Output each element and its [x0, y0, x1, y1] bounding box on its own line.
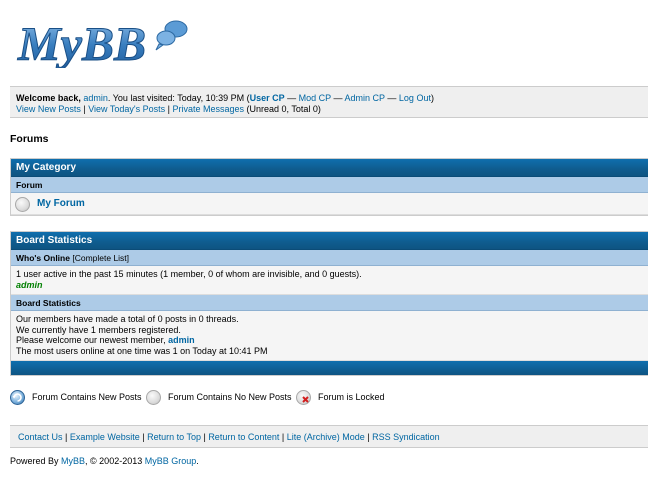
separator: |: [279, 432, 287, 442]
board-stats-subheader: Board Statistics: [11, 295, 648, 311]
mod-cp-link[interactable]: Mod CP: [299, 93, 331, 103]
website-link[interactable]: Example Website: [70, 432, 140, 442]
forum-status-icon: [15, 197, 30, 212]
legend-no-new-posts-label: Forum Contains No New Posts: [168, 392, 292, 402]
welcome-greeting: Welcome back,: [16, 93, 84, 103]
separator: |: [139, 432, 148, 442]
footer-links-bar: Contact Us | Example Website | Return to…: [10, 425, 648, 448]
mybb-logo[interactable]: MyBB: [16, 14, 191, 72]
forum-column-header: Forum: [11, 177, 648, 193]
locked-icon: [296, 390, 311, 405]
stats-record-line: The most users online at one time was 1 …: [16, 345, 268, 356]
close-paren: ): [430, 93, 434, 103]
stats-newest-line: Please welcome our newest member, admin: [16, 335, 644, 346]
stats-footer-bar: [11, 361, 648, 375]
last-visited-text: . You last visited: Today, 10:39 PM (: [107, 93, 250, 103]
contact-us-link[interactable]: Contact Us: [18, 432, 63, 442]
welcome-links-line: View New Posts | View Today's Posts | Pr…: [16, 104, 644, 115]
legend-new-posts-label: Forum Contains New Posts: [32, 392, 142, 402]
username-link[interactable]: admin: [83, 93, 108, 103]
forum-row: My Forum: [11, 193, 648, 215]
whos-online-header: Who's Online [Complete List]: [11, 250, 648, 266]
board-stats-content: Our members have made a total of 0 posts…: [11, 311, 648, 361]
category-table: My Category Forum My Forum: [10, 158, 648, 216]
online-user-link[interactable]: admin: [16, 280, 43, 290]
view-todays-posts-link[interactable]: View Today's Posts: [88, 104, 165, 114]
pm-counts: (Unread 0, Total 0): [244, 104, 321, 114]
private-messages-link[interactable]: Private Messages: [172, 104, 244, 114]
separator: —: [384, 93, 399, 103]
whos-online-label: Who's Online: [16, 253, 70, 263]
separator: —: [284, 93, 299, 103]
category-title[interactable]: My Category: [16, 162, 76, 173]
separator: —: [331, 93, 345, 103]
user-cp-link[interactable]: User CP: [250, 93, 285, 103]
logout-link[interactable]: Log Out: [399, 93, 431, 103]
stats-title: Board Statistics: [16, 235, 93, 246]
stats-members-line: We currently have 1 members registered.: [16, 324, 181, 335]
rss-link[interactable]: RSS Syndication: [372, 432, 440, 442]
return-to-content-link[interactable]: Return to Content: [208, 432, 279, 442]
view-new-posts-link[interactable]: View New Posts: [16, 104, 81, 114]
powered-by: Powered By MyBB, © 2002-2013 MyBB Group.: [10, 456, 199, 466]
stats-posts-line: Our members have made a total of 0 posts…: [16, 314, 239, 324]
welcome-line: Welcome back, admin. You last visited: T…: [16, 93, 644, 104]
mybb-group-link[interactable]: MyBB Group: [145, 456, 197, 466]
logo-graphic: MyBB: [17, 18, 188, 72]
separator: |: [364, 432, 373, 442]
newest-prefix: Please welcome our newest member,: [16, 335, 169, 345]
powered-prefix: Powered By: [10, 456, 62, 466]
powered-suffix: .: [196, 456, 199, 466]
welcome-panel: Welcome back, admin. You last visited: T…: [10, 86, 648, 118]
no-new-posts-icon: [146, 390, 161, 405]
board-statistics-table: Board Statistics Who's Online [Complete …: [10, 231, 648, 376]
separator: |: [62, 432, 70, 442]
new-posts-icon: [10, 390, 25, 405]
complete-list-link[interactable]: [Complete List]: [72, 253, 129, 263]
mybb-link[interactable]: MyBB: [61, 456, 85, 466]
online-summary: 1 user active in the past 15 minutes (1 …: [16, 269, 362, 279]
speech-bubble-icon: [155, 20, 188, 51]
forum-legend: Forum Contains New Posts Forum Contains …: [10, 389, 648, 407]
legend-locked-label: Forum is Locked: [318, 392, 385, 402]
page-title: Forums: [10, 133, 49, 145]
lite-mode-link[interactable]: Lite (Archive) Mode: [287, 432, 365, 442]
stats-header: Board Statistics: [11, 232, 648, 250]
newest-member-link[interactable]: admin: [168, 335, 195, 345]
whos-online-content: 1 user active in the past 15 minutes (1 …: [11, 266, 648, 295]
forum-link[interactable]: My Forum: [37, 198, 85, 209]
logo-text: MyBB: [17, 18, 146, 68]
copyright-text: , © 2002-2013: [85, 456, 145, 466]
return-to-top-link[interactable]: Return to Top: [147, 432, 201, 442]
admin-cp-link[interactable]: Admin CP: [345, 93, 385, 103]
category-header[interactable]: My Category: [11, 159, 648, 177]
